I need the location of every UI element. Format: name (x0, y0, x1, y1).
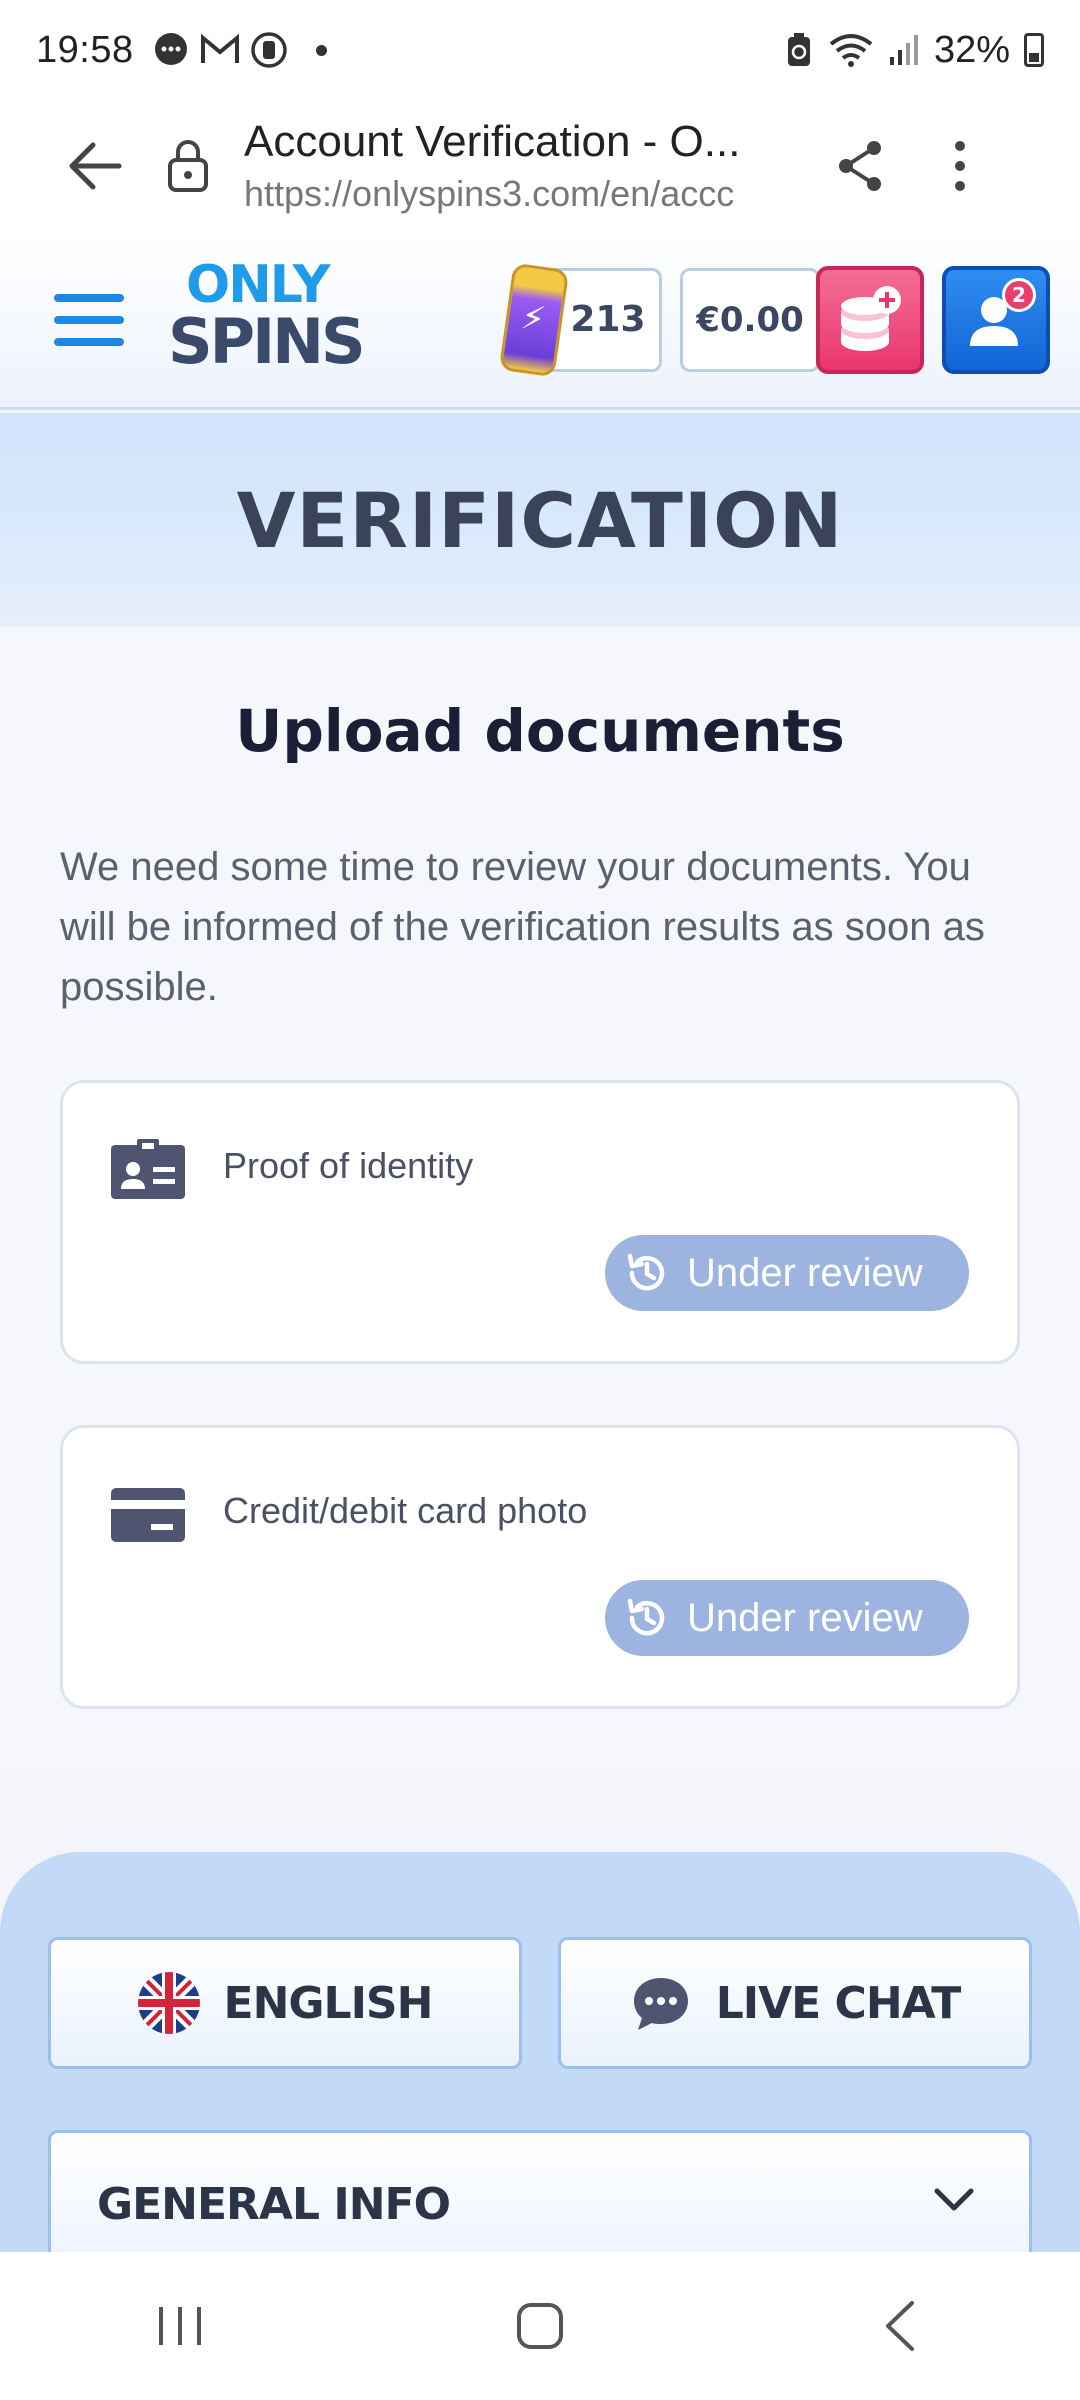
section-title: Upload documents (235, 697, 845, 765)
general-info-label: GENERAL INFO (97, 2179, 451, 2230)
page-banner: VERIFICATION (0, 413, 1080, 627)
home-icon[interactable] (480, 2276, 600, 2376)
notification-badge: 2 (1002, 277, 1036, 312)
coins-plus-icon (841, 285, 901, 351)
address-bar[interactable]: Account Verification - O... https://only… (244, 117, 804, 215)
general-info-accordion[interactable]: GENERAL INFO (48, 2130, 1032, 2252)
notification-dot-icon (315, 44, 327, 56)
battery-percentage: 32% (933, 28, 1010, 71)
page-tab-title: Account Verification - O... (244, 117, 741, 166)
verification-content: Upload documents We need some time to re… (0, 627, 1080, 1770)
status-badge: Under review (605, 1580, 969, 1656)
share-icon[interactable] (820, 121, 900, 211)
site-footer: ENGLISH LIVE CHAT GENERAL INFO (0, 1852, 1080, 2252)
history-icon (623, 1249, 671, 1297)
document-card-card-photo[interactable]: Credit/debit card photo Under review (60, 1425, 1020, 1709)
recent-apps-icon[interactable] (120, 2276, 240, 2376)
deposit-button[interactable] (816, 265, 924, 374)
app-icon (250, 32, 287, 68)
status-label: Under review (687, 1250, 923, 1295)
header-actions: 213 €0.00 2 (498, 262, 1050, 377)
more-vert-icon[interactable] (930, 121, 990, 211)
status-time: 19:58 (36, 28, 134, 71)
gmail-icon (200, 33, 239, 63)
document-label: Proof of identity (223, 1145, 474, 1186)
page-title: VERIFICATION (236, 475, 844, 565)
system-nav-bar (0, 2252, 1080, 2400)
system-status-icons: 32% (784, 29, 1044, 72)
site-header: ONLY SPINS 213 €0.00 2 (0, 232, 1080, 410)
logo-text-bottom: SPINS (168, 304, 366, 378)
back-arrow-icon[interactable] (50, 121, 140, 211)
live-chat-button[interactable]: LIVE CHAT (558, 1937, 1032, 2069)
section-description: We need some time to review your documen… (60, 845, 985, 1009)
document-label: Credit/debit card photo (223, 1490, 588, 1531)
history-icon (623, 1594, 671, 1642)
status-label: Under review (687, 1595, 923, 1640)
lock-icon[interactable] (158, 121, 218, 211)
notification-icons (152, 31, 327, 69)
chat-icon (633, 1978, 688, 2030)
chevron-down-icon (934, 2188, 974, 2211)
status-badge: Under review (605, 1235, 969, 1311)
back-icon[interactable] (840, 2276, 960, 2376)
site-logo[interactable]: ONLY SPINS (168, 255, 366, 385)
balance-display[interactable]: €0.00 (680, 267, 820, 372)
document-card-identity[interactable]: Proof of identity Under review (60, 1080, 1020, 1364)
menu-hamburger-icon[interactable] (54, 290, 124, 350)
language-button[interactable]: ENGLISH (48, 1937, 522, 2069)
profile-button[interactable]: 2 (942, 265, 1050, 374)
wifi-icon (829, 34, 873, 67)
id-card-icon (111, 1139, 185, 1199)
live-chat-label: LIVE CHAT (715, 1977, 962, 2029)
status-bar: 19:58 32% (0, 0, 1080, 100)
uk-flag-icon (137, 1972, 200, 2034)
signal-icon (889, 35, 918, 65)
credit-card-icon (111, 1488, 185, 1542)
battery-saver-icon (787, 33, 810, 66)
browser-toolbar: Account Verification - O... https://only… (0, 100, 1080, 232)
page-url: https://onlyspins3.com/en/accc (244, 173, 735, 214)
chat-bubble-icon (154, 33, 187, 65)
battery-icon (1024, 33, 1044, 67)
language-label: ENGLISH (223, 1977, 434, 2029)
